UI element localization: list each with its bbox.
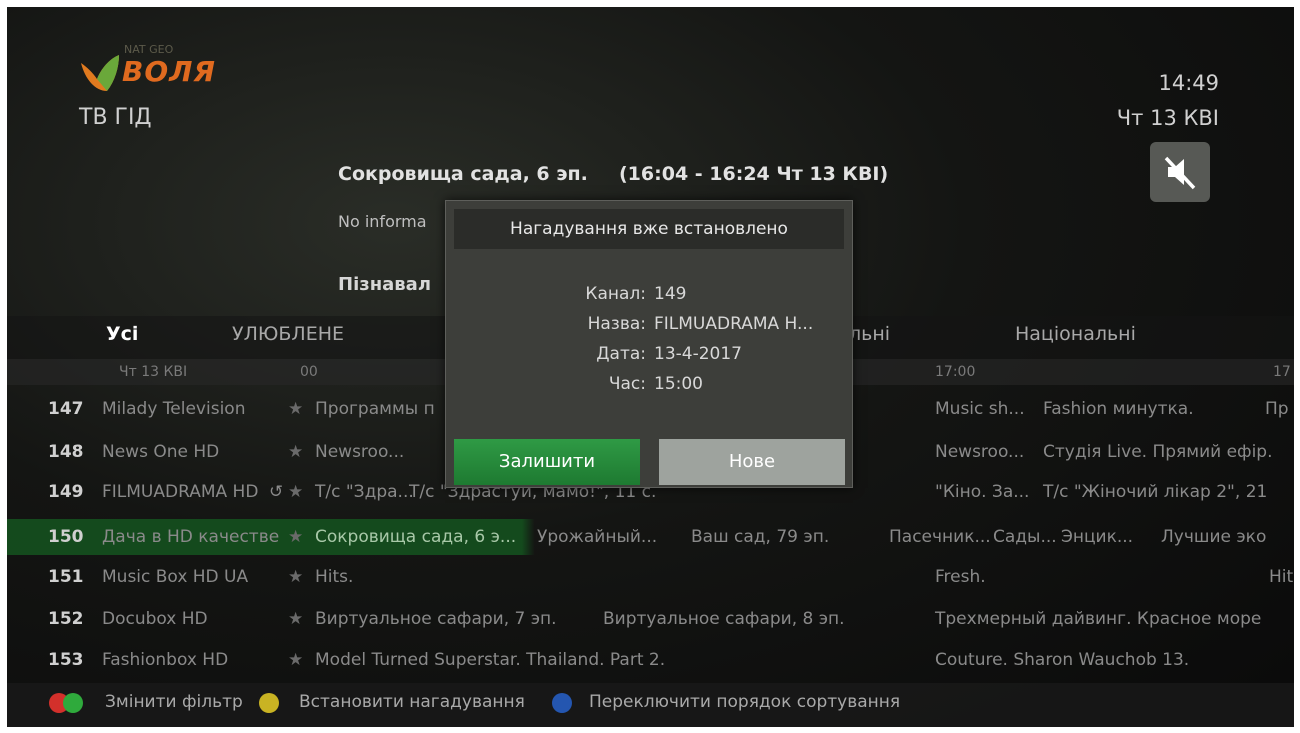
program-cell[interactable]: Энцик... bbox=[1061, 527, 1133, 547]
channel-name: Music Box HD UA bbox=[102, 567, 249, 587]
name-value: FILMUADRAMA H... bbox=[654, 314, 814, 334]
dialog-header: Нагадування вже встановлено bbox=[454, 209, 844, 249]
program-cell[interactable]: Программы п bbox=[315, 399, 435, 419]
channel-name: Milady Television bbox=[102, 399, 246, 419]
channel-name: Fashionbox HD bbox=[102, 650, 229, 670]
mute-button[interactable] bbox=[1150, 142, 1210, 202]
channel-name: FILMUADRAMA HD bbox=[102, 482, 259, 502]
channel-name: Дача в HD качестве bbox=[102, 527, 280, 547]
name-label: Назва: bbox=[587, 314, 646, 334]
program-cell[interactable]: Пасечник... bbox=[889, 527, 991, 547]
program-cell[interactable]: Hit bbox=[1269, 567, 1293, 587]
star-icon[interactable]: ★ bbox=[288, 482, 303, 502]
channel-row[interactable]: 151 Music Box HD UA ★ Hits. Fresh. Hit bbox=[7, 561, 1294, 593]
blue-button-icon bbox=[552, 693, 572, 713]
clock: 14:49 bbox=[1158, 71, 1219, 95]
keep-button[interactable]: Залишити bbox=[454, 439, 640, 485]
channel-name: News One HD bbox=[102, 442, 220, 462]
program-cell[interactable]: Fashion минутка. bbox=[1043, 399, 1194, 419]
program-cell[interactable]: Лучшие эко bbox=[1161, 527, 1266, 547]
program-cell[interactable]: Сады... bbox=[993, 527, 1057, 547]
timeline-tick: 00 bbox=[300, 364, 318, 380]
speaker-muted-icon bbox=[1164, 156, 1196, 190]
program-cell[interactable]: Ваш сад, 79 эп. bbox=[691, 527, 829, 547]
star-icon[interactable]: ★ bbox=[288, 527, 303, 547]
time-label: Час: bbox=[608, 374, 646, 394]
star-icon[interactable]: ★ bbox=[288, 609, 303, 629]
time-value: 15:00 bbox=[654, 374, 703, 394]
date-value: 13-4-2017 bbox=[654, 344, 742, 364]
program-cell[interactable]: Пр bbox=[1265, 399, 1289, 419]
tab-national[interactable]: Національні bbox=[1015, 323, 1136, 345]
program-cell[interactable]: Newsroo... bbox=[315, 442, 404, 462]
yellow-button-icon bbox=[259, 693, 279, 713]
date-label: Дата: bbox=[596, 344, 646, 364]
tab-favorites[interactable]: УЛЮБЛЕНЕ bbox=[232, 323, 344, 345]
new-button[interactable]: Нове bbox=[659, 439, 845, 485]
program-title: Сокровища сада, 6 эп. bbox=[338, 163, 588, 185]
program-cell[interactable]: Т/с "Здра... bbox=[315, 482, 414, 502]
star-icon[interactable]: ★ bbox=[288, 567, 303, 587]
program-genre: Пізнавал bbox=[338, 274, 431, 295]
program-info: No informa bbox=[338, 212, 427, 231]
star-icon[interactable]: ★ bbox=[288, 399, 303, 419]
logo-wordmark: ВОЛЯ bbox=[122, 55, 216, 88]
program-cell[interactable]: Виртуальное сафари, 7 эп. bbox=[315, 609, 557, 629]
channel-row-selected[interactable]: 150 Дача в HD качестве ★ Сокровища сада,… bbox=[7, 519, 1294, 555]
program-cell-selected[interactable]: Сокровища сада, 6 э... bbox=[315, 527, 516, 547]
timeline-tick: 17 bbox=[1273, 364, 1291, 380]
tv-guide-screen: NAT GEO ВОЛЯ ТВ ГІД 14:49 Чт 13 КВІ Сокр… bbox=[7, 7, 1294, 727]
channel-number: 152 bbox=[48, 609, 84, 629]
program-cell[interactable]: Трехмерный дайвинг. Красное море bbox=[935, 609, 1261, 629]
star-icon[interactable]: ★ bbox=[288, 650, 303, 670]
footer-toggle-sort[interactable]: Переключити порядок сортування bbox=[589, 692, 900, 712]
program-cell[interactable]: Newsroo... bbox=[935, 442, 1024, 462]
page-title: ТВ ГІД bbox=[79, 105, 152, 130]
program-cell[interactable]: Model Turned Superstar. Thailand. Part 2… bbox=[315, 650, 665, 670]
channel-value: 149 bbox=[654, 284, 687, 304]
reminder-icon: ↺ bbox=[269, 482, 284, 502]
footer-change-filter[interactable]: Змінити фільтр bbox=[105, 692, 243, 712]
program-cell[interactable]: Fresh. bbox=[935, 567, 986, 587]
footer-set-reminder[interactable]: Встановити нагадування bbox=[299, 692, 525, 712]
channel-number: 148 bbox=[48, 442, 84, 462]
program-cell[interactable]: Couture. Sharon Wauchob 13. bbox=[935, 650, 1189, 670]
program-time: (16:04 - 16:24 Чт 13 КВІ) bbox=[619, 163, 889, 185]
date: Чт 13 КВІ bbox=[1116, 106, 1219, 130]
program-cell[interactable]: Урожайный... bbox=[537, 527, 657, 547]
channel-number: 153 bbox=[48, 650, 84, 670]
channel-row[interactable]: 153 Fashionbox HD ★ Model Turned Superst… bbox=[7, 644, 1294, 676]
timeline-tick: 17:00 bbox=[935, 364, 976, 380]
tab-regional[interactable]: льні bbox=[849, 323, 890, 345]
program-cell[interactable]: Виртуальное сафари, 8 эп. bbox=[603, 609, 845, 629]
channel-number: 147 bbox=[48, 399, 84, 419]
channel-number: 150 bbox=[48, 527, 84, 547]
channel-row[interactable]: 152 Docubox HD ★ Виртуальное сафари, 7 э… bbox=[7, 603, 1294, 635]
green-button-icon bbox=[63, 693, 83, 713]
dialog-title: Нагадування вже встановлено bbox=[510, 219, 788, 239]
channel-name: Docubox HD bbox=[102, 609, 208, 629]
reminder-dialog: Нагадування вже встановлено Канал: 149 Н… bbox=[445, 200, 853, 488]
program-cell[interactable]: Т/с "Жіночий лікар 2", 21 bbox=[1043, 482, 1267, 502]
tab-all[interactable]: Усі bbox=[106, 323, 138, 345]
channel-label: Канал: bbox=[585, 284, 646, 304]
program-cell[interactable]: Music sh... bbox=[935, 399, 1025, 419]
star-icon[interactable]: ★ bbox=[288, 442, 303, 462]
timeline-date: Чт 13 КВІ bbox=[119, 364, 188, 380]
program-cell[interactable]: Hits. bbox=[315, 567, 353, 587]
program-cell[interactable]: "Кіно. За... bbox=[935, 482, 1029, 502]
channel-number: 151 bbox=[48, 567, 84, 587]
channel-number: 149 bbox=[48, 482, 84, 502]
program-cell[interactable]: Студія Live. Прямий ефір. bbox=[1043, 442, 1273, 462]
